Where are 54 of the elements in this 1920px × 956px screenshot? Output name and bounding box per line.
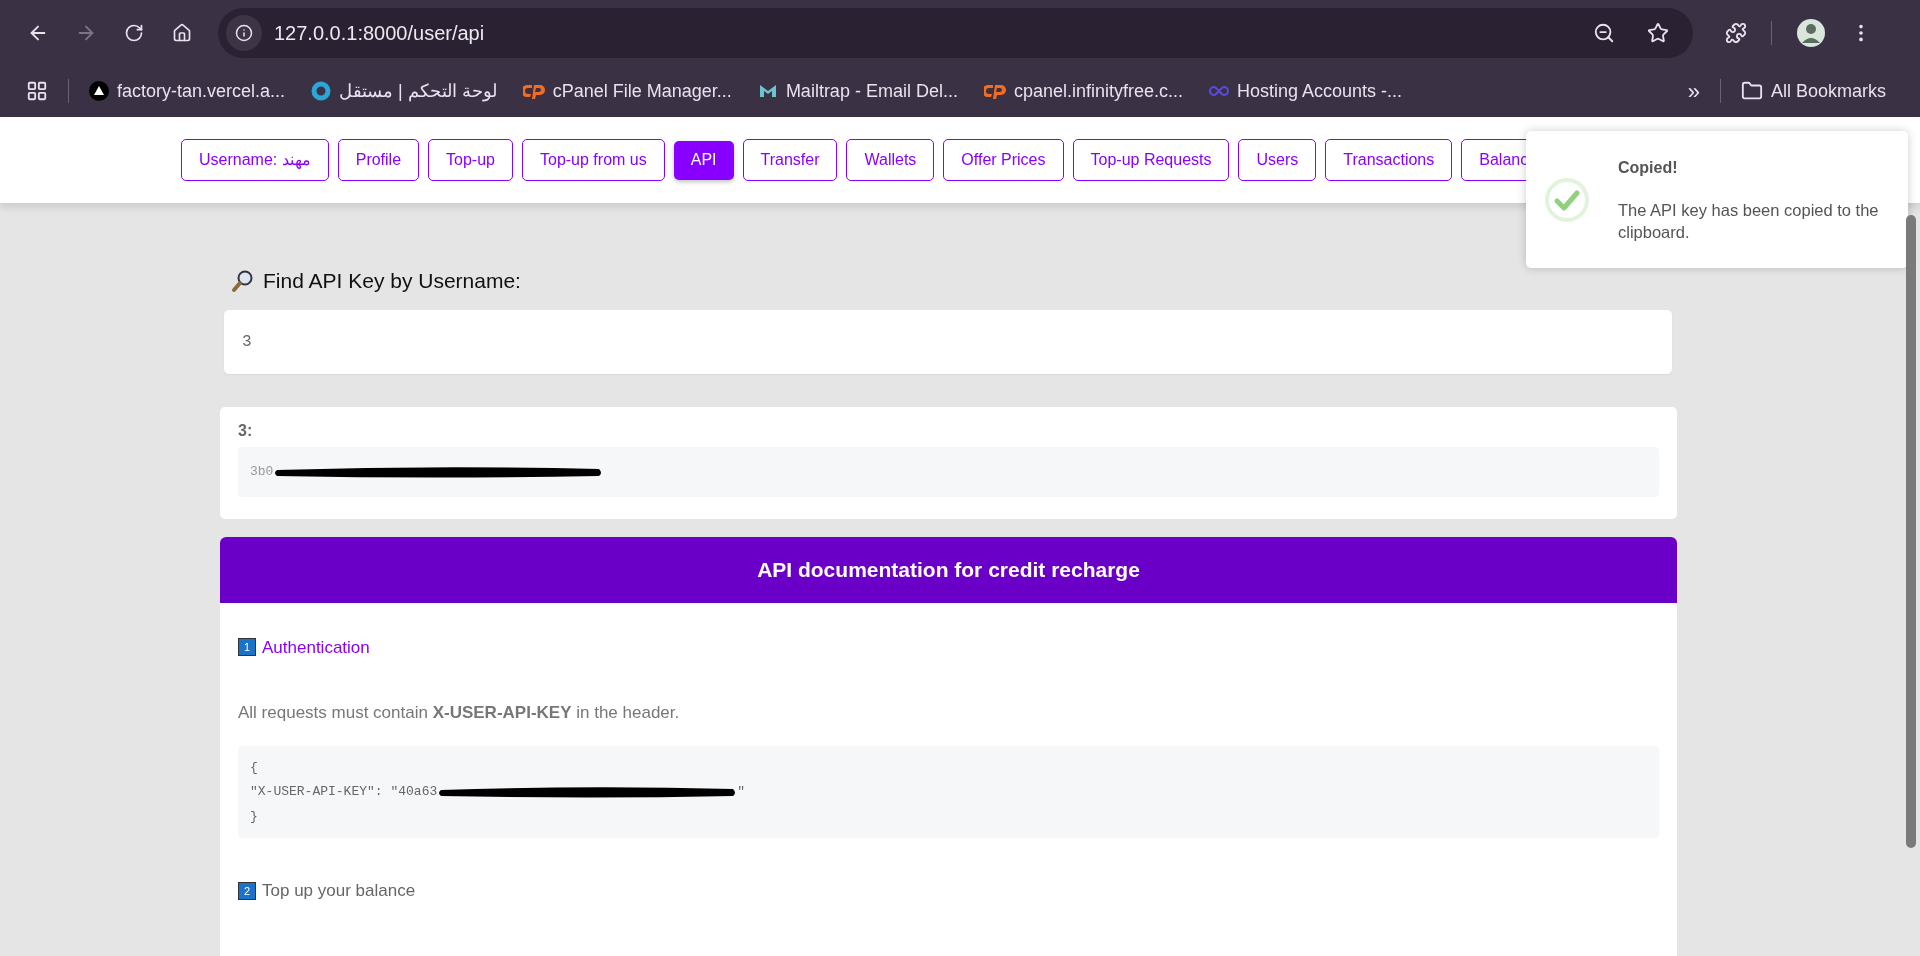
section-title[interactable]: Top up your balance	[262, 878, 416, 904]
zoom-icon[interactable]	[1593, 21, 1615, 44]
bookmark-link[interactable]: Hosting Accounts -...	[1209, 77, 1403, 105]
docs-title: API documentation for credit recharge	[757, 556, 1140, 583]
bookmark-link[interactable]: cpanel.infinityfree.c...	[983, 77, 1183, 105]
envelope-icon	[757, 82, 778, 100]
nav-button[interactable]: API	[673, 140, 734, 180]
cpanel-icon	[522, 83, 545, 99]
result-label: 3:	[238, 421, 253, 439]
username-input[interactable]: 3	[224, 309, 1672, 374]
info-icon[interactable]	[226, 14, 262, 51]
nav-button[interactable]: Top-up Requests	[1072, 139, 1230, 181]
bookmark-link[interactable]: Mailtrap - Email Del...	[757, 77, 958, 105]
nav-button[interactable]: Top-up	[428, 139, 513, 181]
code-line: "	[737, 783, 746, 801]
nav-button[interactable]: Username: مهند	[181, 139, 329, 181]
section-title[interactable]: Authentication	[262, 634, 370, 660]
more-bookmarks-button[interactable]: »	[1687, 74, 1700, 108]
bookmark-link[interactable]: factory-tan.vercel.a...	[89, 77, 286, 105]
apps-icon[interactable]	[26, 80, 48, 102]
nav-button[interactable]: Transfer	[742, 139, 838, 181]
toast-message: The API key has been copied to the clipboard.	[1618, 200, 1880, 243]
code-line: {	[250, 758, 258, 777]
url-text: 127.0.0.1:8000/user/api	[274, 20, 485, 46]
magnifier-icon	[231, 268, 255, 293]
scrollbar[interactable]	[1906, 215, 1916, 848]
nav-button[interactable]: Top-up from us	[522, 139, 665, 181]
nav-button[interactable]: Offer Prices	[943, 139, 1064, 181]
code-line: }	[250, 807, 258, 826]
nav-button[interactable]: Users	[1238, 139, 1317, 181]
all-bookmarks-link[interactable]: All Bookmarks	[1740, 77, 1886, 105]
finder-heading: Find API Key by Username:	[263, 268, 521, 294]
folder-icon	[1740, 80, 1763, 102]
bookmark-link[interactable]: cPanel File Manager...	[522, 77, 732, 105]
cpanel-icon	[983, 83, 1006, 99]
home-icon	[172, 22, 192, 43]
nav-button[interactable]: Profile	[337, 139, 420, 181]
infinity-icon	[1209, 85, 1229, 97]
nav-button[interactable]: Wallets	[846, 139, 935, 181]
number-badge: 2	[238, 881, 256, 900]
check-icon	[1544, 176, 1590, 223]
section-paragraph: All requests must contain X-USER-API-KEY in the header.	[238, 702, 681, 724]
star-icon[interactable]	[1647, 21, 1669, 44]
bookmark-link[interactable]: لوحة التحكم | مستقل	[311, 77, 497, 105]
nav-button[interactable]: Transactions	[1325, 139, 1453, 181]
reload-icon	[124, 22, 144, 43]
avatar-icon[interactable]	[1796, 17, 1826, 48]
number-badge: 1	[238, 638, 256, 657]
toast-title: Copied!	[1618, 158, 1679, 179]
api-key-text: 3b0	[250, 462, 274, 481]
extensions-icon[interactable]	[1725, 21, 1747, 44]
ring-icon	[311, 81, 332, 101]
code-line: "X-USER-API-KEY": "40a63	[250, 783, 438, 801]
address-bar[interactable]: 127.0.0.1:8000/user/api	[218, 7, 1693, 58]
